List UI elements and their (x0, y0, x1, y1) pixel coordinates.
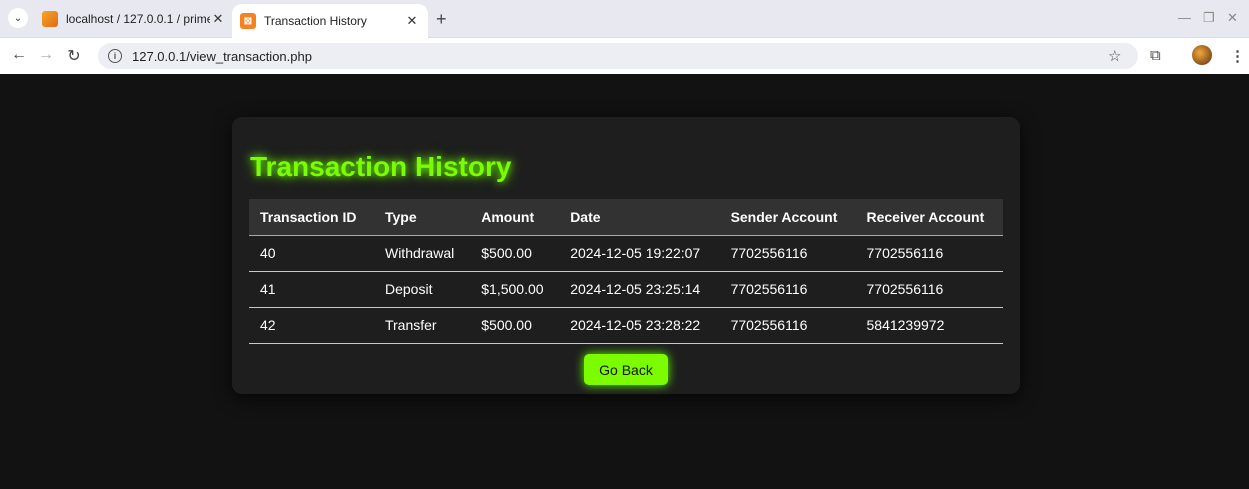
cell-date: 2024-12-05 19:22:07 (559, 235, 720, 272)
table-row: 42 Transfer $500.00 2024-12-05 23:28:22 … (249, 307, 1003, 344)
cell-transaction-id: 40 (249, 235, 374, 272)
tab-title: Transaction History (264, 14, 367, 28)
back-arrow-icon[interactable]: ← (9, 46, 29, 64)
xampp-favicon-icon: ⊠ (240, 13, 256, 29)
close-icon[interactable]: ✕ (404, 13, 420, 29)
transactions-table: Transaction ID Type Amount Date Sender A… (249, 199, 1003, 344)
tab-phpmyadmin[interactable]: localhost / 127.0.0.1 / primebar ✕ (34, 5, 234, 33)
table-header-row: Transaction ID Type Amount Date Sender A… (249, 199, 1003, 236)
address-bar[interactable]: i 127.0.0.1/view_transaction.php (98, 43, 1138, 69)
cell-receiver-account: 5841239972 (855, 307, 1003, 344)
site-info-icon[interactable]: i (108, 49, 122, 63)
column-header: Type (373, 199, 471, 236)
window-close-icon[interactable]: ✕ (1227, 10, 1238, 26)
cell-type: Deposit (373, 271, 471, 308)
column-header: Amount (470, 199, 560, 236)
page-title: Transaction History (250, 151, 512, 182)
table-row: 40 Withdrawal $500.00 2024-12-05 19:22:0… (249, 235, 1003, 272)
column-header: Sender Account (719, 199, 856, 236)
cell-sender-account: 7702556116 (719, 235, 856, 272)
transaction-card: Transaction History Transaction ID Type … (232, 117, 1020, 394)
cell-receiver-account: 7702556116 (855, 271, 1003, 308)
cell-amount: $1,500.00 (470, 271, 560, 308)
close-icon[interactable]: ✕ (210, 11, 226, 27)
cell-transaction-id: 42 (249, 307, 374, 344)
cell-amount: $500.00 (470, 307, 560, 344)
cell-amount: $500.00 (470, 235, 560, 272)
restore-icon[interactable]: ❐ (1203, 10, 1215, 26)
minimize-icon[interactable]: — (1178, 10, 1191, 25)
column-header: Receiver Account (855, 199, 1003, 236)
phpmyadmin-favicon-icon (42, 11, 58, 27)
tab-search-chevron-icon[interactable]: ⌄ (8, 8, 28, 28)
menu-kebab-icon[interactable]: ⋮ (1230, 47, 1245, 65)
browser-tab-strip: ⌄ localhost / 127.0.0.1 / primebar ✕ ⊠ T… (0, 0, 1249, 38)
reload-icon[interactable]: ↻ (64, 46, 84, 66)
cell-type: Transfer (373, 307, 471, 344)
extensions-icon[interactable]: ⧉ (1150, 47, 1161, 64)
tab-transaction-history[interactable]: ⊠ Transaction History ✕ (232, 4, 428, 38)
cell-date: 2024-12-05 23:25:14 (559, 271, 720, 308)
cell-sender-account: 7702556116 (719, 271, 856, 308)
url-text: 127.0.0.1/view_transaction.php (132, 48, 312, 64)
forward-arrow-icon[interactable]: → (36, 46, 56, 64)
page-body: Transaction History Transaction ID Type … (0, 74, 1249, 489)
browser-toolbar: ← → ↻ i 127.0.0.1/view_transaction.php ☆… (0, 38, 1249, 74)
profile-avatar[interactable] (1192, 45, 1212, 65)
new-tab-icon[interactable]: + (436, 9, 447, 30)
cell-type: Withdrawal (373, 235, 471, 272)
column-header: Transaction ID (249, 199, 374, 236)
column-header: Date (559, 199, 720, 236)
tab-title: localhost / 127.0.0.1 / primebar (66, 12, 210, 26)
cell-sender-account: 7702556116 (719, 307, 856, 344)
table-row: 41 Deposit $1,500.00 2024-12-05 23:25:14… (249, 271, 1003, 308)
cell-receiver-account: 7702556116 (855, 235, 1003, 272)
cell-transaction-id: 41 (249, 271, 374, 308)
go-back-button[interactable]: Go Back (584, 354, 668, 385)
cell-date: 2024-12-05 23:28:22 (559, 307, 720, 344)
bookmark-star-icon[interactable]: ☆ (1108, 47, 1121, 65)
